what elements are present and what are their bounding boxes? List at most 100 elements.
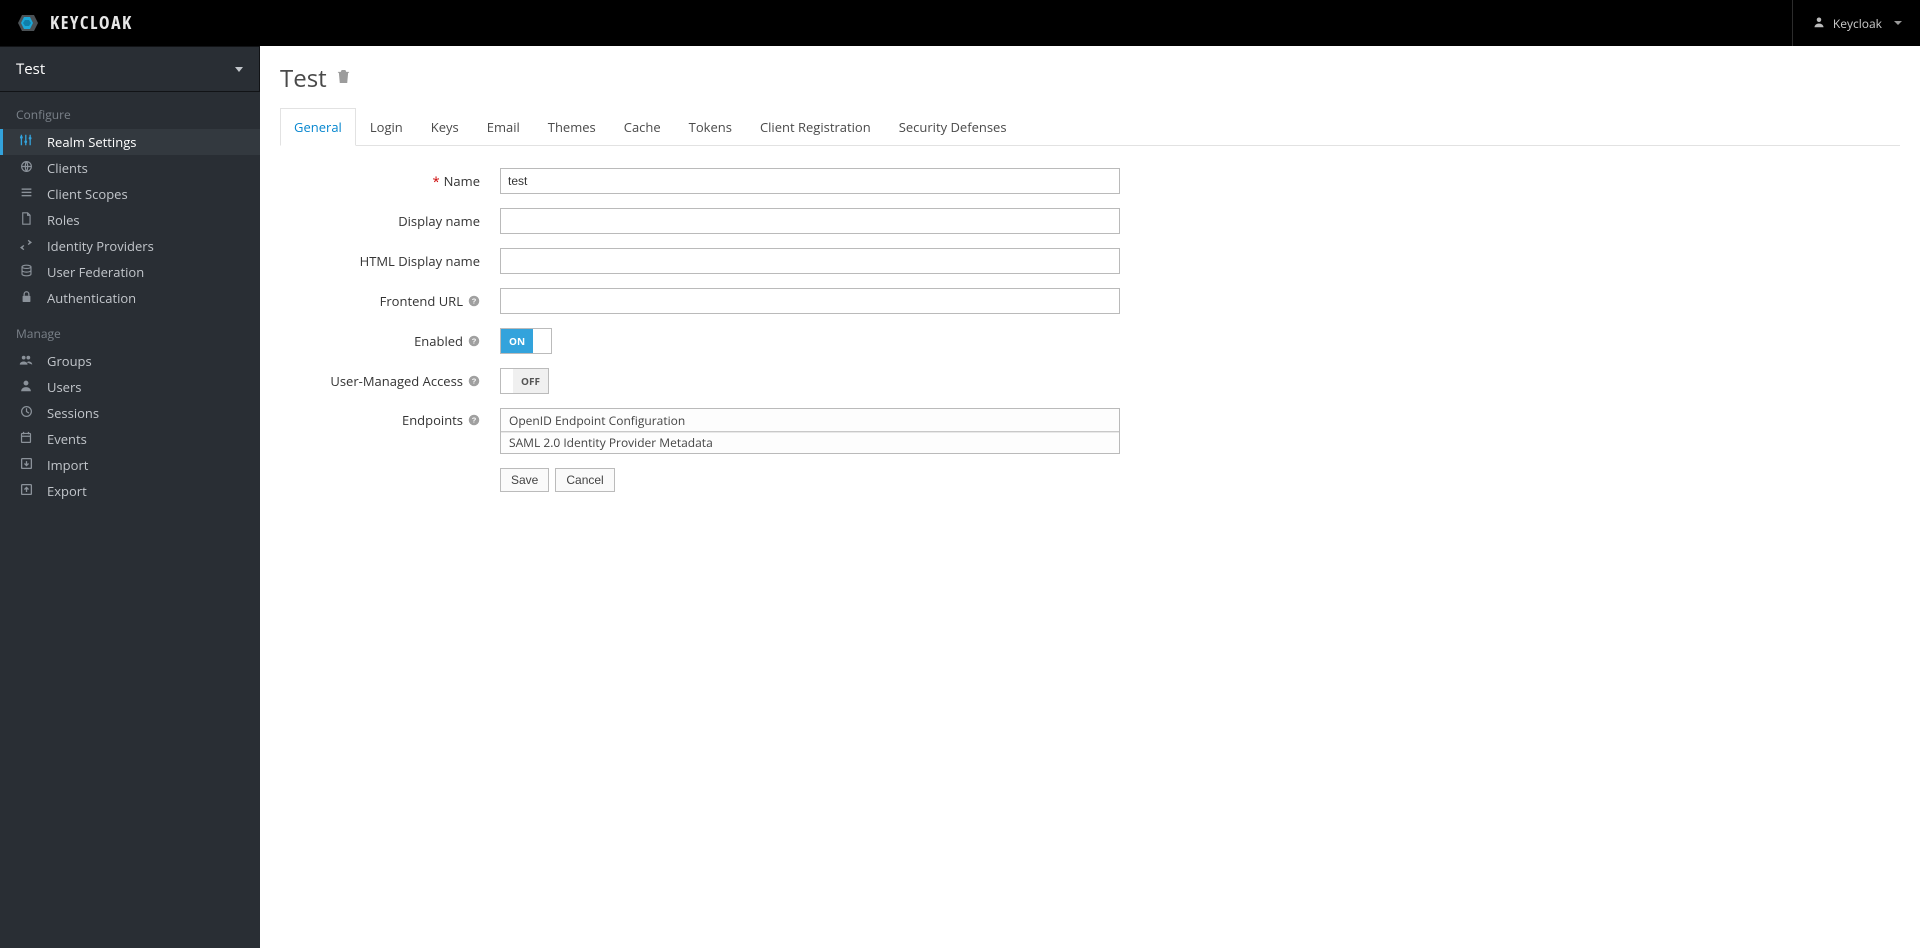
input-name[interactable]: [500, 168, 1120, 194]
sidebar-item-user-federation[interactable]: User Federation: [0, 259, 260, 285]
sidebar-item-users[interactable]: Users: [0, 374, 260, 400]
tab-tokens[interactable]: Tokens: [675, 108, 746, 146]
help-icon[interactable]: ?: [467, 375, 480, 388]
user-label: Keycloak: [1833, 15, 1882, 32]
sidebar-item-label: Roles: [47, 211, 80, 229]
label-text: Endpoints: [402, 411, 463, 429]
page-title: Test: [280, 62, 1900, 95]
form-actions: Save Cancel: [500, 468, 1400, 492]
label-text: User-Managed Access: [330, 372, 463, 390]
keycloak-logo-icon: [12, 12, 44, 34]
page-title-text: Test: [280, 62, 327, 95]
realm-selector[interactable]: Test: [0, 46, 260, 92]
sidebar-item-groups[interactable]: Groups: [0, 348, 260, 374]
export-icon: [19, 483, 33, 500]
tab-keys[interactable]: Keys: [417, 108, 473, 146]
input-display-name[interactable]: [500, 208, 1120, 234]
help-icon[interactable]: ?: [467, 295, 480, 308]
file-icon: [19, 212, 33, 229]
chevron-down-icon: [235, 67, 243, 72]
calendar-icon: [19, 431, 33, 448]
label-text: HTML Display name: [360, 252, 480, 270]
toggle-handle: [533, 329, 551, 353]
sidebar-item-identity-providers[interactable]: Identity Providers: [0, 233, 260, 259]
sidebar-item-label: Client Scopes: [47, 185, 128, 203]
topbar: KEYCLOAK Keycloak: [0, 0, 1920, 46]
toggle-off-label: OFF: [513, 369, 548, 393]
sidebar-item-export[interactable]: Export: [0, 478, 260, 504]
svg-text:?: ?: [471, 337, 476, 346]
endpoint-saml[interactable]: SAML 2.0 Identity Provider Metadata: [501, 431, 1119, 453]
label-frontend-url: Frontend URL ?: [280, 292, 500, 310]
tab-themes[interactable]: Themes: [534, 108, 610, 146]
toggle-enabled[interactable]: ON: [500, 328, 552, 354]
realm-form: * Name Display name HTML Display name: [280, 168, 1400, 492]
toggle-handle: [501, 369, 513, 393]
label-name: * Name: [280, 172, 500, 190]
chevron-down-icon: [1894, 21, 1902, 25]
tabs: General Login Keys Email Themes Cache To…: [280, 107, 1900, 146]
brand-logo[interactable]: KEYCLOAK: [12, 11, 133, 35]
svg-text:?: ?: [471, 377, 476, 386]
sliders-icon: [19, 133, 33, 151]
endpoints-list: OpenID Endpoint Configuration SAML 2.0 I…: [500, 408, 1120, 454]
sidebar-item-realm-settings[interactable]: Realm Settings: [0, 129, 260, 155]
sidebar-section-configure: Configure: [0, 92, 260, 129]
tab-cache[interactable]: Cache: [610, 108, 675, 146]
save-button[interactable]: Save: [500, 468, 549, 492]
label-text: Display name: [398, 212, 480, 230]
label-display-name: Display name: [280, 212, 500, 230]
label-user-managed-access: User-Managed Access ?: [280, 372, 500, 390]
sidebar-item-clients[interactable]: Clients: [0, 155, 260, 181]
sidebar-item-label: User Federation: [47, 263, 144, 281]
endpoint-openid[interactable]: OpenID Endpoint Configuration: [501, 409, 1119, 431]
tab-general[interactable]: General: [280, 108, 356, 146]
cancel-button[interactable]: Cancel: [555, 468, 614, 492]
required-mark: *: [432, 172, 439, 190]
lock-icon: [19, 290, 33, 307]
toggle-user-managed-access[interactable]: OFF: [500, 368, 549, 394]
sidebar-item-events[interactable]: Events: [0, 426, 260, 452]
svg-text:?: ?: [471, 297, 476, 306]
label-endpoints: Endpoints ?: [280, 408, 500, 429]
globe-icon: [19, 160, 33, 177]
sidebar-item-label: Realm Settings: [47, 133, 136, 151]
users-icon: [19, 353, 33, 370]
trash-icon[interactable]: [337, 69, 350, 89]
sidebar-item-label: Import: [47, 456, 88, 474]
sidebar-item-sessions[interactable]: Sessions: [0, 400, 260, 426]
database-icon: [19, 264, 33, 281]
tab-security-defenses[interactable]: Security Defenses: [885, 108, 1021, 146]
svg-text:?: ?: [471, 416, 476, 425]
sidebar-item-client-scopes[interactable]: Client Scopes: [0, 181, 260, 207]
user-icon: [19, 379, 33, 396]
list-icon: [19, 186, 33, 203]
sidebar-item-import[interactable]: Import: [0, 452, 260, 478]
sidebar-item-label: Sessions: [47, 404, 99, 422]
sidebar-item-roles[interactable]: Roles: [0, 207, 260, 233]
label-text: Enabled: [414, 332, 463, 350]
toggle-on-label: ON: [501, 329, 533, 353]
sidebar-item-label: Groups: [47, 352, 92, 370]
sidebar-item-label: Clients: [47, 159, 88, 177]
main-content: Test General Login Keys Email Themes Cac…: [260, 46, 1920, 948]
sidebar-section-manage: Manage: [0, 311, 260, 348]
label-enabled: Enabled ?: [280, 332, 500, 350]
label-text: Name: [444, 172, 480, 190]
sidebar-item-authentication[interactable]: Authentication: [0, 285, 260, 311]
sidebar-item-label: Events: [47, 430, 87, 448]
tab-email[interactable]: Email: [473, 108, 534, 146]
user-menu[interactable]: Keycloak: [1792, 0, 1902, 46]
realm-name: Test: [16, 59, 45, 79]
input-html-display-name[interactable]: [500, 248, 1120, 274]
tab-client-registration[interactable]: Client Registration: [746, 108, 885, 146]
exchange-icon: [19, 238, 33, 255]
input-frontend-url[interactable]: [500, 288, 1120, 314]
brand-name: KEYCLOAK: [50, 11, 133, 35]
sidebar-item-label: Export: [47, 482, 87, 500]
user-icon: [1813, 15, 1825, 32]
sidebar-item-label: Users: [47, 378, 81, 396]
help-icon[interactable]: ?: [467, 335, 480, 348]
tab-login[interactable]: Login: [356, 108, 417, 146]
help-icon[interactable]: ?: [467, 414, 480, 427]
